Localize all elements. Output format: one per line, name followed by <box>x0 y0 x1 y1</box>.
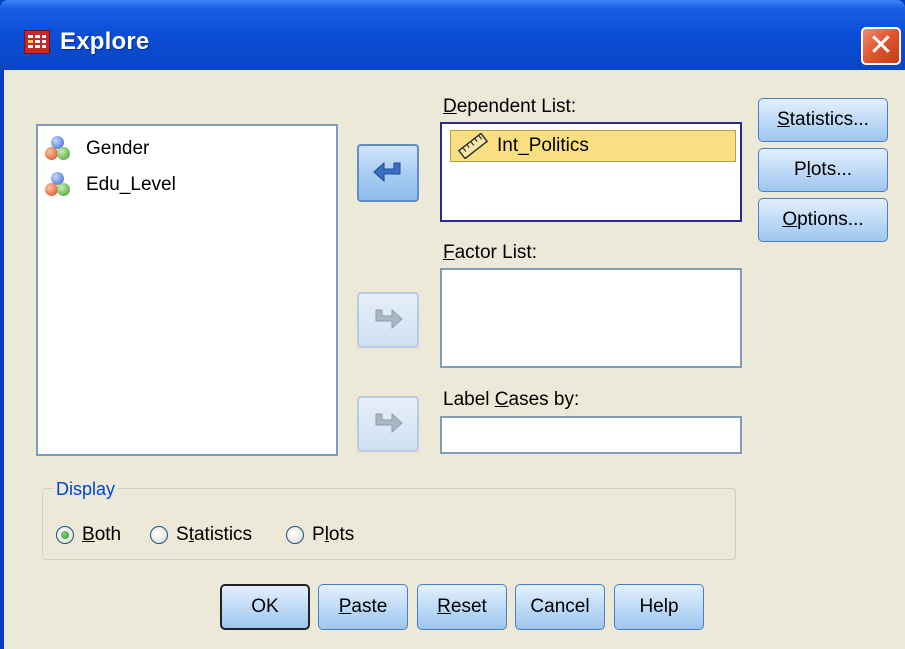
reset-button[interactable]: Reset <box>417 584 507 630</box>
explore-dialog: Explore ✕ Gender Edu_Level Dependent Lis… <box>0 0 905 649</box>
radio-label: Plots <box>312 524 355 545</box>
variable-label: Int_Politics <box>497 135 589 156</box>
source-variable-list[interactable]: Gender Edu_Level <box>36 124 338 456</box>
display-both-radio[interactable]: Both <box>56 524 121 546</box>
radio-unchecked-icon <box>286 526 304 544</box>
dependent-list[interactable]: Int_Politics <box>440 122 742 222</box>
move-to-label-cases-button[interactable] <box>357 396 419 452</box>
nominal-variable-icon <box>44 171 76 199</box>
move-to-factor-button[interactable] <box>357 292 419 348</box>
ok-button[interactable]: OK <box>220 584 310 630</box>
paste-button[interactable]: Paste <box>318 584 408 630</box>
window-title: Explore <box>60 28 150 55</box>
move-to-dependent-button[interactable] <box>357 144 419 202</box>
radio-checked-icon <box>56 526 74 544</box>
options-button[interactable]: Options... <box>758 198 888 242</box>
display-groupbox <box>42 488 736 560</box>
label-cases-field[interactable] <box>440 416 742 454</box>
display-plots-radio[interactable]: Plots <box>286 524 354 546</box>
display-group-title: Display <box>54 479 118 500</box>
radio-unchecked-icon <box>150 526 168 544</box>
list-item[interactable]: Int_Politics <box>450 130 736 162</box>
arrow-right-icon <box>375 308 403 330</box>
radio-label: Statistics <box>176 524 253 545</box>
statistics-button[interactable]: Statistics... <box>758 98 888 142</box>
spss-app-icon <box>24 30 50 54</box>
nominal-variable-icon <box>44 135 76 163</box>
help-button[interactable]: Help <box>614 584 704 630</box>
dialog-body: Gender Edu_Level Dependent List: Int_Pol… <box>4 70 905 649</box>
arrow-left-icon <box>373 161 401 183</box>
label-cases-label: Label Cases by: <box>443 389 580 410</box>
cancel-button[interactable]: Cancel <box>515 584 605 630</box>
variable-label: Gender <box>86 138 150 159</box>
scale-variable-icon <box>457 133 489 159</box>
close-button[interactable]: ✕ <box>861 27 901 65</box>
arrow-right-icon <box>375 412 403 434</box>
factor-list[interactable] <box>440 268 742 368</box>
title-bar[interactable]: Explore ✕ <box>0 0 905 70</box>
radio-label: Both <box>82 524 122 545</box>
display-statistics-radio[interactable]: Statistics <box>150 524 252 546</box>
factor-list-label: Factor List: <box>443 242 537 263</box>
dependent-list-label: Dependent List: <box>443 96 577 117</box>
list-item[interactable]: Edu_Level <box>44 170 176 200</box>
plots-button[interactable]: Pl ots... <box>758 148 888 192</box>
list-item[interactable]: Gender <box>44 134 149 164</box>
variable-label: Edu_Level <box>86 174 176 195</box>
